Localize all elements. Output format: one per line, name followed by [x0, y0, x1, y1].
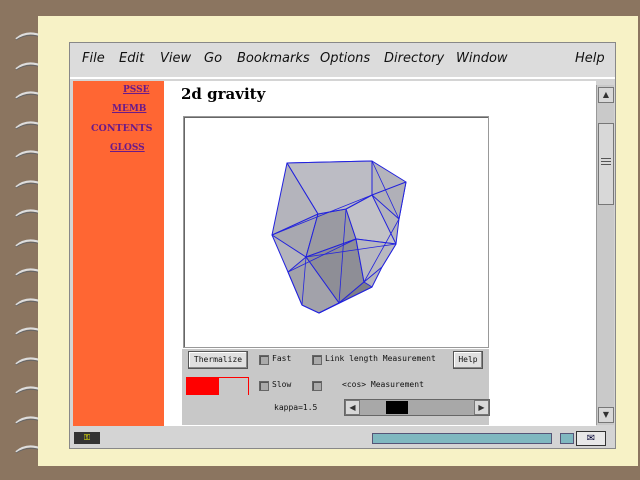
scroll-up-arrow[interactable]: ▲ — [598, 87, 614, 103]
kappa-label: kappa=1.5 — [274, 403, 318, 412]
status-small-box — [560, 433, 574, 444]
slider-thumb[interactable] — [386, 401, 408, 414]
sidebar-contents[interactable]: CONTENTS — [91, 123, 152, 134]
slow-checkbox[interactable] — [259, 381, 269, 391]
menu-go[interactable]: Go — [204, 51, 222, 66]
kappa-slider[interactable]: ◀ ▶ — [344, 399, 490, 416]
menu-bookmarks[interactable]: Bookmarks — [237, 51, 310, 66]
link-length-checkbox[interactable] — [312, 355, 322, 365]
menu-bar: File Edit View Go Bookmarks Options Dire… — [70, 43, 615, 79]
slider-left-arrow[interactable]: ◀ — [345, 400, 360, 415]
fast-label: Fast — [272, 354, 292, 363]
menu-view[interactable]: View — [160, 51, 191, 66]
cos-checkbox[interactable] — [312, 381, 322, 391]
status-bar: ⚿ ✉ — [70, 429, 615, 448]
applet-controls: Thermalize Fast Link length Measurement … — [182, 349, 490, 425]
menu-directory[interactable]: Directory — [384, 51, 444, 66]
sidebar-link-gloss[interactable]: GLOSS — [110, 143, 145, 153]
menu-window[interactable]: Window — [456, 51, 508, 66]
menu-help[interactable]: Help — [575, 51, 605, 66]
sidebar: PSSE MEMB CONTENTS GLOSS — [73, 81, 164, 426]
vertical-scrollbar[interactable]: ▲ ▼ — [596, 85, 614, 425]
thermalize-button[interactable]: Thermalize — [188, 351, 248, 369]
link-length-label: Link length Measurement — [325, 354, 436, 363]
mail-icon[interactable]: ✉ — [576, 431, 606, 446]
security-key-icon[interactable]: ⚿ — [74, 432, 100, 444]
cos-label: <cos> Measurement — [342, 380, 424, 389]
menu-file[interactable]: File — [82, 51, 105, 66]
triangulated-mesh — [271, 160, 407, 314]
scroll-thumb[interactable] — [598, 123, 614, 205]
menu-options[interactable]: Options — [320, 51, 370, 66]
slider-right-arrow[interactable]: ▶ — [474, 400, 489, 415]
scroll-down-arrow[interactable]: ▼ — [598, 407, 614, 423]
sidebar-link-memb[interactable]: MEMB — [112, 104, 146, 114]
fast-checkbox[interactable] — [259, 355, 269, 365]
page-content: PSSE MEMB CONTENTS GLOSS 2d gravity Ther… — [73, 81, 596, 426]
slow-label: Slow — [272, 380, 292, 389]
progress-fill — [186, 378, 219, 395]
browser-window: File Edit View Go Bookmarks Options Dire… — [69, 42, 616, 449]
page-title: 2d gravity — [181, 85, 266, 103]
sidebar-link-psse[interactable]: PSSE — [123, 85, 149, 95]
help-button[interactable]: Help — [453, 351, 483, 369]
progress-bar — [186, 377, 249, 395]
gravity-applet-canvas[interactable] — [183, 116, 489, 348]
progress-indicator — [372, 433, 552, 444]
menu-edit[interactable]: Edit — [119, 51, 144, 66]
